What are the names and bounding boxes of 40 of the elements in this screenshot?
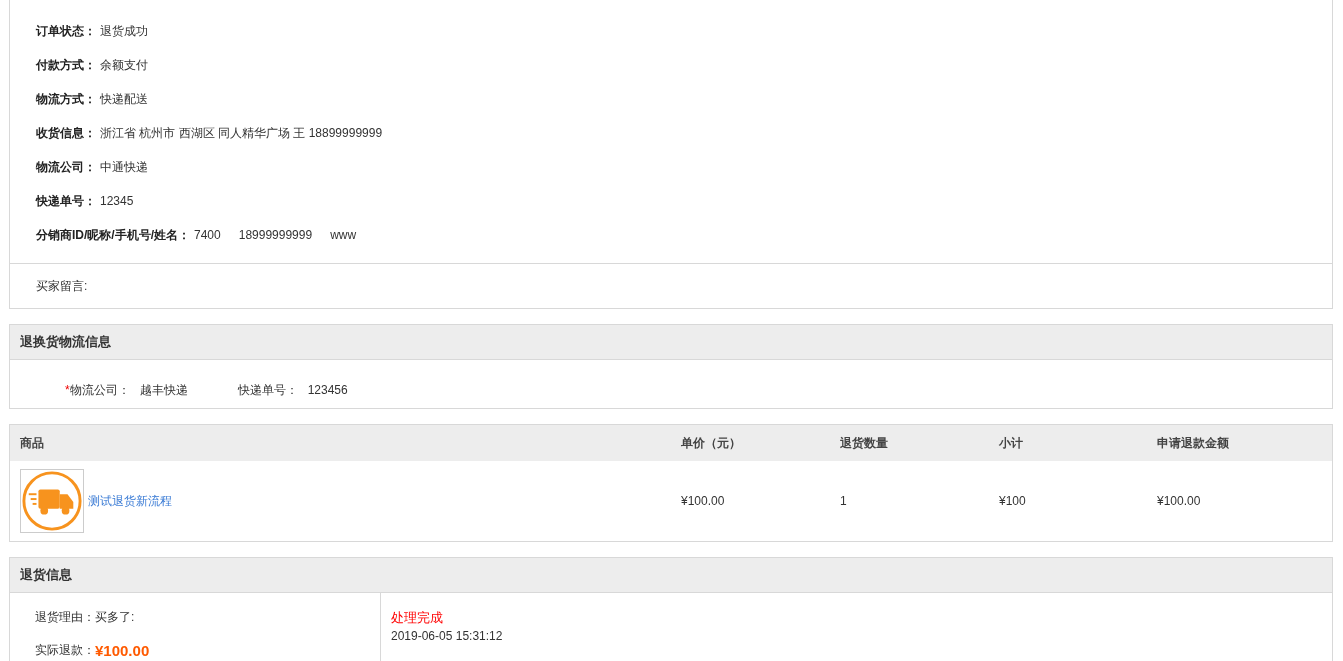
table-cell-text: ¥100.00	[1156, 494, 1202, 508]
timestamp: 2019-06-05 15:31:12	[391, 629, 503, 643]
column-header: 小计	[998, 434, 1024, 452]
field-value: 越丰快递	[139, 381, 188, 399]
product-link[interactable]: 测试退货新流程	[88, 492, 172, 510]
field-label: *物流公司：	[65, 381, 130, 399]
section-header: 退货信息	[10, 558, 1332, 593]
column-header: 商品	[19, 434, 45, 452]
field-value: 18999999999	[238, 228, 313, 242]
column-header: 申请退款金额	[1156, 434, 1230, 452]
field-value: 7400	[194, 228, 221, 242]
column-header: 退货数量	[839, 434, 889, 452]
table-cell-text: 1	[839, 494, 848, 508]
field-label: 物流公司：	[36, 158, 96, 176]
field-label: 分销商ID/昵称/手机号/姓名：	[36, 226, 190, 244]
section-header: 退换货物流信息	[10, 325, 1332, 360]
field-value: 余额支付	[100, 56, 148, 74]
field-value: 中通快递	[100, 158, 148, 176]
field-value: 12345	[100, 194, 134, 208]
field-value: 买多了:	[95, 609, 135, 626]
table-cell-text: ¥100	[998, 494, 1027, 508]
column-header: 单价（元）	[680, 434, 742, 452]
field-label: 快递单号：	[36, 192, 96, 210]
field-label: 买家留言:	[36, 277, 88, 295]
field-value: 快递配送	[100, 90, 148, 108]
status-text: 处理完成	[391, 609, 444, 627]
field-value: 浙江省 杭州市 西湖区 同人精华广场 王 18899999999	[100, 124, 383, 142]
field-value: 123456	[307, 383, 348, 397]
field-label: 收货信息：	[36, 124, 96, 142]
field-label: 实际退款：	[35, 642, 95, 659]
table-cell-text: ¥100.00	[680, 494, 726, 508]
field-label: 物流方式：	[36, 90, 96, 108]
refund-amount: ¥100.00	[95, 642, 150, 659]
field-label: 订单状态：	[36, 22, 96, 40]
field-label: 快递单号：	[237, 381, 298, 399]
field-value: 退货成功	[100, 22, 148, 40]
product-image	[20, 469, 84, 533]
field-value: www	[330, 228, 357, 242]
field-label: 退货理由：	[35, 609, 95, 626]
field-label: 付款方式：	[36, 56, 96, 74]
